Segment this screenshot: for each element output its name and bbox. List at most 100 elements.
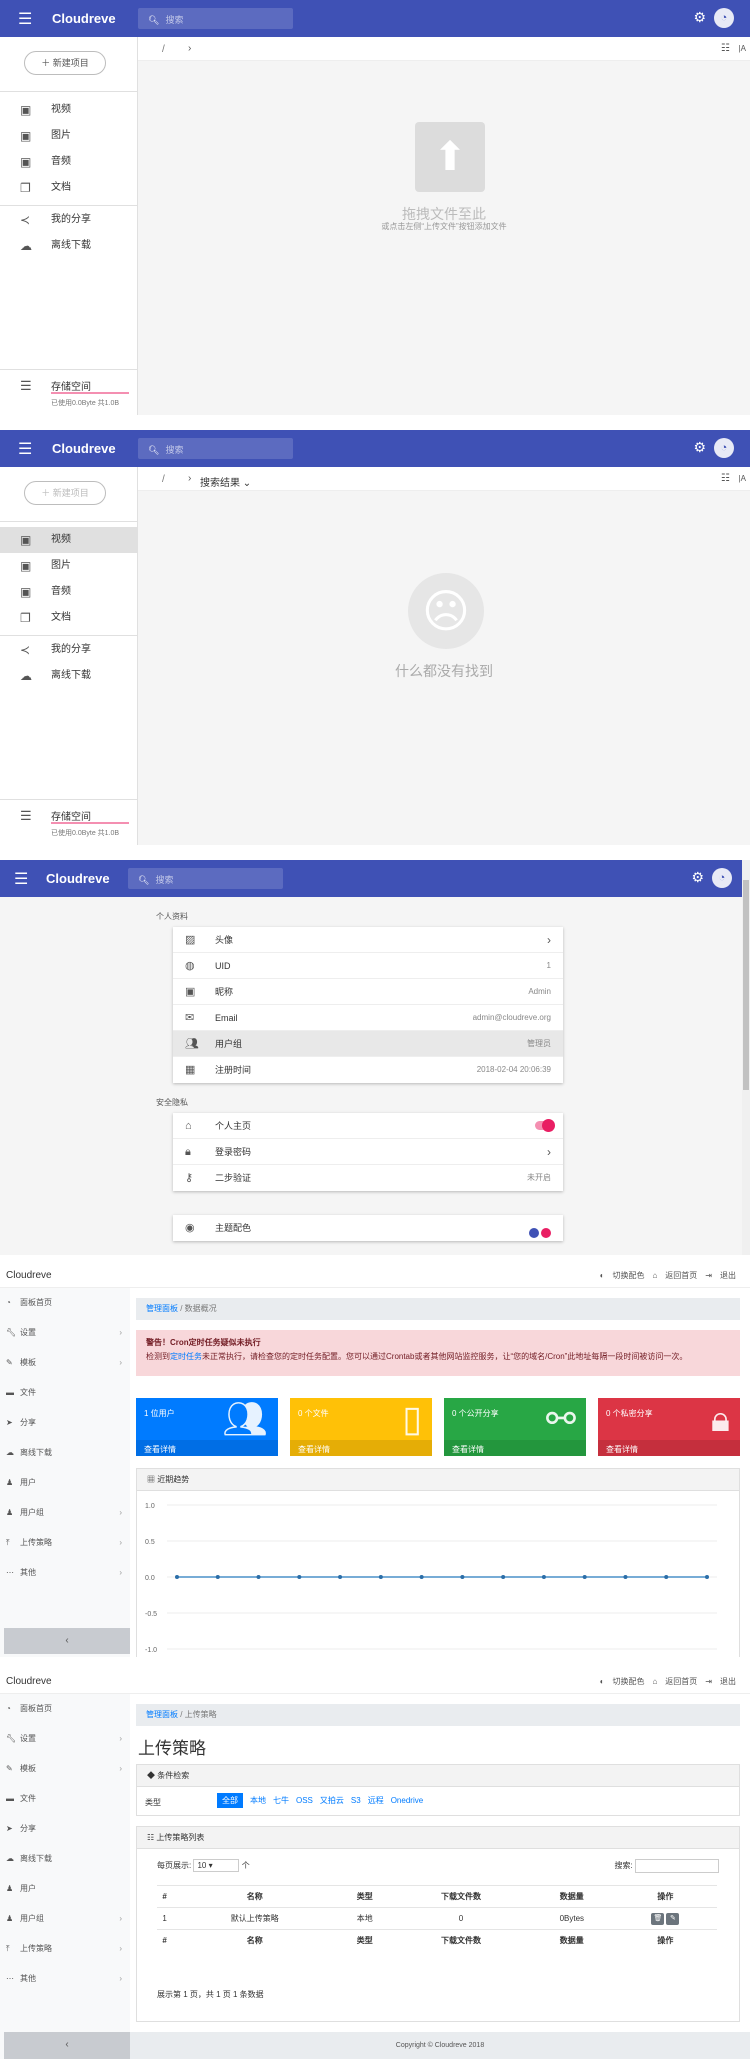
path-root[interactable]: / — [162, 44, 165, 55]
search-input[interactable]: 🔍︎ 搜索 — [138, 8, 293, 29]
new-item-button[interactable]: ＋ 新建项目 — [24, 481, 106, 505]
swatch-indigo[interactable] — [529, 1228, 539, 1238]
type-tab-oss[interactable]: OSS — [296, 1796, 313, 1805]
pencil-icon: ✎ — [6, 1358, 13, 1367]
nav-item-offline-download[interactable]: ☁ 离线下载 — [0, 663, 138, 689]
type-tab-upyun[interactable]: 又拍云 — [320, 1796, 344, 1805]
storage-panel[interactable]: ☰ 存储空间 已使用0.0Byte 共1.0B — [0, 369, 138, 415]
nav-item-image[interactable]: ▣ 图片 — [0, 553, 138, 579]
nav-item-my-share[interactable]: ≺ 我的分享 — [0, 637, 138, 663]
view-list-icon[interactable]: ☷ — [721, 43, 730, 54]
type-tab-local[interactable]: 本地 — [250, 1796, 266, 1805]
user-icon: ♟ — [6, 1884, 14, 1893]
logout-link[interactable]: ⇥ 退出 — [705, 1677, 736, 1686]
chevron-right-icon: › — [547, 933, 551, 947]
menu-icon[interactable]: ☰ — [18, 9, 32, 29]
menu-other[interactable]: ⋯ 其他 › — [0, 1964, 130, 1994]
drop-hint: 或点击左侧“上传文件”按钮添加文件 — [381, 222, 507, 231]
sidebar-collapse-button[interactable]: ‹ — [4, 2032, 130, 2059]
search-results-crumb[interactable]: 搜索结果 ⌄ — [200, 474, 251, 489]
menu-settings[interactable]: 🔧︎ 设置 › — [0, 1318, 130, 1348]
menu-dashboard[interactable]: ◔ 面板首页 — [0, 1288, 130, 1318]
menu-user-groups[interactable]: ♟ 用户组 › — [0, 1904, 130, 1934]
edit-icon[interactable]: ✎ — [666, 1912, 680, 1925]
key-icon: ⚷ — [185, 1172, 194, 1184]
menu-share[interactable]: ➤ 分享 — [0, 1814, 130, 1844]
gear-icon[interactable]: ⚙ — [693, 439, 706, 456]
nav-item-audio[interactable]: ▣ 音频 — [0, 579, 138, 605]
palette-icon: ◉ — [185, 1222, 195, 1234]
nav-item-image[interactable]: ▣ 图片 — [0, 123, 138, 149]
type-tab-qiniu[interactable]: 七牛 — [273, 1796, 289, 1805]
logout-link[interactable]: ⇥ 退出 — [705, 1271, 736, 1280]
menu-settings[interactable]: 🔧︎ 设置 › — [0, 1724, 130, 1754]
sort-icon[interactable]: |A — [739, 44, 746, 53]
gear-icon[interactable]: ⚙ — [691, 869, 704, 886]
type-tab-all[interactable]: 全部 — [217, 1793, 243, 1808]
nav-item-document[interactable]: ❐ 文档 — [0, 175, 138, 201]
menu-files[interactable]: ▬ 文件 — [0, 1378, 130, 1408]
delete-icon[interactable]: 🗑︎ — [651, 1912, 665, 1925]
avatar[interactable]: ◔ — [714, 438, 734, 458]
menu-other[interactable]: ⋯ 其他 › — [0, 1558, 130, 1588]
chevron-right-icon[interactable]: › — [188, 473, 191, 484]
file-drop-area[interactable]: ⬆ 拖拽文件至此 或点击左侧“上传文件”按钮添加文件 — [138, 61, 750, 415]
new-item-button[interactable]: ＋ 新建项目 — [24, 51, 106, 75]
row-user-group[interactable]: 👥︎ 用户组 管理员 — [173, 1031, 563, 1057]
table-search-input[interactable] — [635, 1859, 719, 1873]
type-tab-s3[interactable]: S3 — [351, 1796, 361, 1805]
menu-icon[interactable]: ☰ — [18, 439, 32, 459]
nav-item-audio[interactable]: ▣ 音频 — [0, 149, 138, 175]
chevron-right-icon[interactable]: › — [188, 43, 191, 54]
swatch-pink[interactable] — [541, 1228, 551, 1238]
menu-template[interactable]: ✎ 模板 › — [0, 1754, 130, 1784]
nav-item-my-share[interactable]: ≺ 我的分享 — [0, 207, 138, 233]
sort-icon[interactable]: |A — [739, 474, 746, 483]
view-list-icon[interactable]: ☷ — [721, 473, 730, 484]
page-size-select[interactable]: 10 ▾ — [193, 1859, 240, 1872]
menu-upload-policy[interactable]: ⤒ 上传策略 › — [0, 1528, 130, 1558]
search-input[interactable]: 🔍︎ 搜索 — [128, 868, 283, 889]
toggle-theme-link[interactable]: ◐ 切换配色 — [600, 1677, 645, 1686]
paging-info: 展示第 1 页，共 1 页 1 条数据 — [157, 1990, 264, 1999]
page-scrollbar[interactable] — [742, 860, 750, 1255]
home-link[interactable]: ⌂ 返回首页 — [652, 1271, 697, 1280]
menu-upload-policy[interactable]: ⤒ 上传策略 › — [0, 1934, 130, 1964]
toggle-theme-link[interactable]: ◐ 切换配色 — [600, 1271, 645, 1280]
avatar[interactable]: ◔ — [714, 8, 734, 28]
homepage-toggle[interactable] — [535, 1119, 555, 1132]
home-link[interactable]: ⌂ 返回首页 — [652, 1677, 697, 1686]
menu-share[interactable]: ➤ 分享 — [0, 1408, 130, 1438]
menu-offline-download[interactable]: ☁ 离线下载 — [0, 1438, 130, 1468]
nav-item-video[interactable]: ▣ 视频 — [0, 527, 138, 553]
row-nickname[interactable]: ▣ 昵称 Admin — [173, 979, 563, 1005]
nav-item-document[interactable]: ❐ 文档 — [0, 605, 138, 631]
menu-user-groups[interactable]: ♟ 用户组 › — [0, 1498, 130, 1528]
gear-icon[interactable]: ⚙ — [693, 9, 706, 26]
sidebar-collapse-button[interactable]: ‹ — [4, 1628, 130, 1654]
nav-item-video[interactable]: ▣ 视频 — [0, 97, 138, 123]
storage-panel[interactable]: ☰ 存储空间 已使用0.0Byte 共1.0B — [0, 799, 138, 845]
row-password[interactable]: 🔒︎ 登录密码 › — [173, 1139, 563, 1165]
type-tab-remote[interactable]: 远程 — [368, 1796, 384, 1805]
search-input[interactable]: 🔍︎ 搜索 — [138, 438, 293, 459]
menu-icon[interactable]: ☰ — [14, 869, 28, 889]
nav-item-offline-download[interactable]: ☁ 离线下载 — [0, 233, 138, 259]
row-two-factor[interactable]: ⚷ 二步验证 未开启 — [173, 1165, 563, 1191]
avatar[interactable]: ◔ — [712, 868, 732, 888]
menu-template[interactable]: ✎ 模板 › — [0, 1348, 130, 1378]
menu-users[interactable]: ♟ 用户 — [0, 1874, 130, 1904]
menu-dashboard[interactable]: ◔ 面板首页 — [0, 1694, 130, 1724]
row-avatar[interactable]: ▨ 头像 › — [173, 927, 563, 953]
menu-files[interactable]: ▬ 文件 — [0, 1784, 130, 1814]
theme-color-swatches[interactable] — [527, 1223, 551, 1249]
type-tab-onedrive[interactable]: Onedrive — [391, 1796, 423, 1805]
menu-users[interactable]: ♟ 用户 — [0, 1468, 130, 1498]
theme-card: ◉ 主题配色 — [173, 1215, 563, 1241]
row-homepage[interactable]: ⌂ 个人主页 — [173, 1113, 563, 1139]
admin-brand[interactable]: Cloudreve — [6, 1676, 52, 1687]
row-theme-color[interactable]: ◉ 主题配色 — [173, 1215, 563, 1241]
admin-brand[interactable]: Cloudreve — [6, 1270, 52, 1281]
menu-offline-download[interactable]: ☁ 离线下载 — [0, 1844, 130, 1874]
path-root[interactable]: / — [162, 474, 165, 485]
